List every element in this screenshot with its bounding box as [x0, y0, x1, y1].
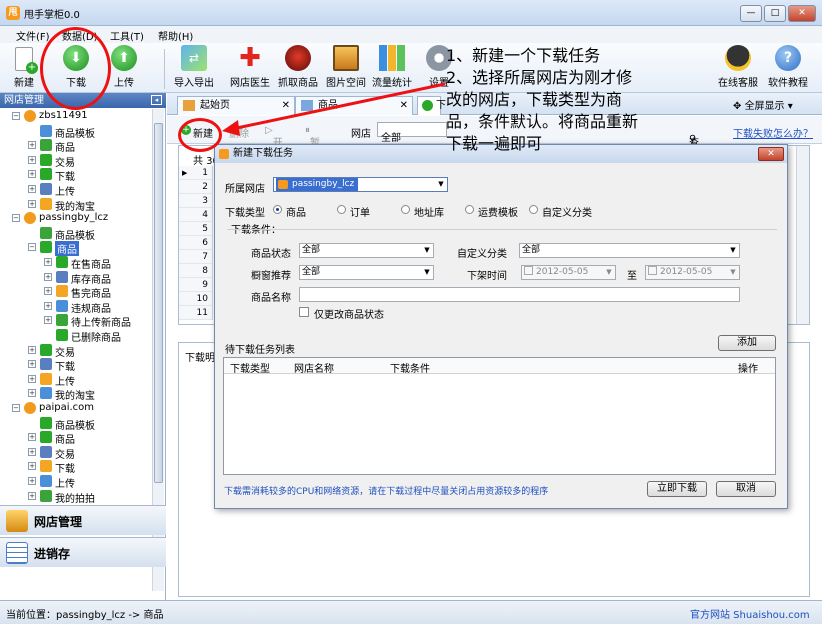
- annotation-line: 改的网店，下载类型为商: [446, 90, 623, 109]
- annotation-line: 下载一遍即可: [446, 134, 543, 153]
- annotation-line: 2、选择所属网店为刚才修: [446, 68, 633, 87]
- annotation-text: 1、新建一个下载任务 2、选择所属网店为刚才修 改的网店，下载类型为商 品，条件…: [446, 45, 706, 155]
- annotation-line: 品，条件默认。将商品重新: [446, 112, 639, 131]
- annotation-line: 1、新建一个下载任务: [446, 46, 601, 65]
